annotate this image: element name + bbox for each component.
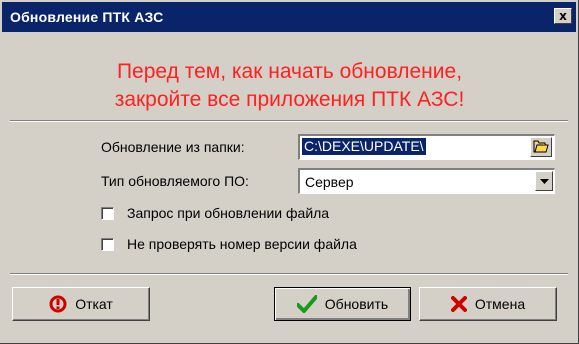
folder-label: Обновление из папки:: [101, 139, 245, 155]
folder-value[interactable]: C:\DEXE\UPDATE\: [302, 138, 426, 155]
rollback-icon: [49, 295, 67, 313]
bottom-separator: [10, 273, 568, 275]
cancel-label: Отмена: [474, 296, 526, 312]
warning-line-2: закройте все приложения ПТК АЗС!: [114, 88, 465, 111]
update-button[interactable]: Обновить: [274, 287, 411, 321]
software-type-label: Тип обновляемого ПО:: [101, 173, 249, 189]
skip-version-check-option[interactable]: Не проверять номер версии файла: [101, 235, 357, 253]
warning-line-1: Перед тем, как начать обновление,: [116, 60, 463, 83]
folder-input[interactable]: C:\DEXE\UPDATE\: [298, 134, 555, 160]
open-folder-icon: [533, 140, 549, 153]
dropdown-button[interactable]: [535, 171, 553, 191]
chevron-down-icon: [539, 178, 549, 184]
browse-folder-button[interactable]: [530, 137, 552, 157]
software-type-select[interactable]: Сервер: [298, 168, 555, 194]
close-button[interactable]: x: [554, 8, 572, 24]
update-dialog: Обновление ПТК АЗС x Перед тем, как нача…: [0, 0, 579, 344]
window-title: Обновление ПТК АЗС: [10, 9, 164, 25]
confirm-update-label[interactable]: Запрос при обновлении файла: [127, 204, 329, 222]
skip-version-check-label[interactable]: Не проверять номер версии файла: [127, 235, 357, 253]
update-label: Обновить: [324, 296, 389, 312]
title-bar[interactable]: Обновление ПТК АЗС x: [2, 2, 576, 32]
top-separator: [10, 120, 568, 122]
rollback-label: Откат: [75, 296, 113, 312]
rollback-button[interactable]: Откат: [12, 287, 150, 321]
x-icon: [450, 296, 467, 312]
confirm-update-checkbox[interactable]: [101, 206, 114, 220]
cancel-button[interactable]: Отмена: [419, 287, 557, 321]
checkmark-icon: [296, 295, 317, 313]
skip-version-check-checkbox[interactable]: [101, 237, 114, 251]
close-icon: x: [559, 9, 567, 23]
software-type-value: Сервер: [305, 174, 354, 190]
confirm-update-option[interactable]: Запрос при обновлении файла: [101, 204, 329, 222]
